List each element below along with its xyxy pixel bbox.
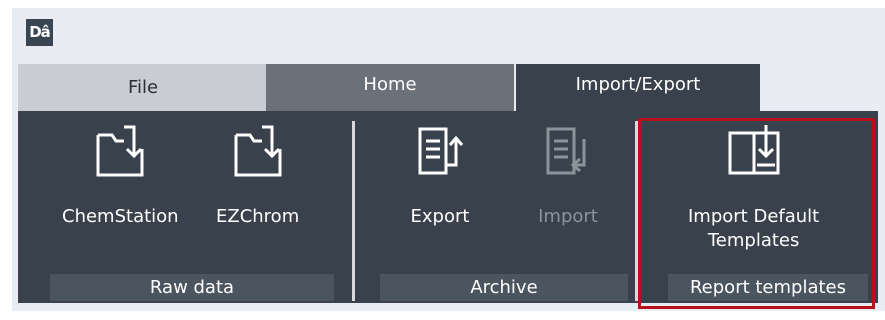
import-folder-icon: [96, 125, 144, 177]
import-document-icon: [546, 127, 586, 175]
group-label-raw-data: Raw data: [50, 274, 334, 301]
import-folder-icon: [234, 125, 282, 177]
tab-import-export[interactable]: Import/Export: [516, 64, 760, 112]
export-button[interactable]: Export: [410, 121, 470, 229]
chemstation-button[interactable]: ChemStation: [62, 121, 179, 229]
report-templates-highlight-box: [638, 118, 875, 309]
group-label-archive: Archive: [380, 274, 628, 301]
tab-file[interactable]: File: [18, 64, 268, 112]
export-document-icon: [418, 127, 464, 175]
app-logo: Dâ: [26, 19, 53, 46]
group-separator: [352, 121, 355, 301]
import-label: Import: [538, 206, 598, 227]
tab-home[interactable]: Home: [266, 64, 514, 112]
ezchrom-button[interactable]: EZChrom: [216, 121, 299, 229]
chemstation-label: ChemStation: [62, 206, 179, 227]
export-label: Export: [410, 206, 470, 227]
app-window: Dâ File Home Import/Export ChemStation E…: [12, 8, 885, 311]
ezchrom-label: EZChrom: [216, 206, 300, 227]
import-button[interactable]: Import: [538, 121, 598, 229]
